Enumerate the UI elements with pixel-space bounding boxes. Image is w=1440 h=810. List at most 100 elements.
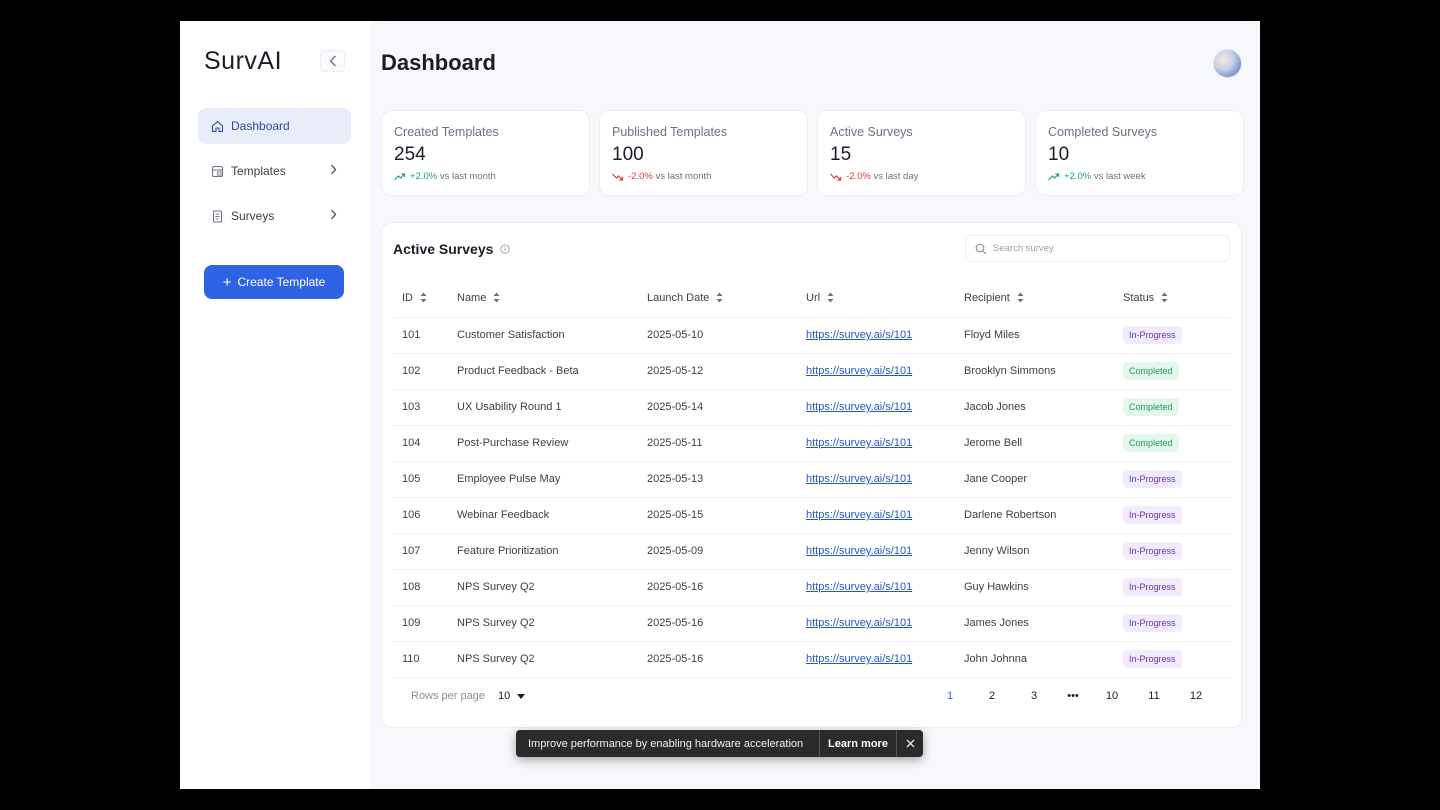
stat-card-active-surveys: Active Surveys 15 -2.0% vs last day [817, 110, 1026, 196]
cell-launch-date: 2025-05-15 [647, 497, 806, 534]
status-badge: In-Progress [1123, 326, 1182, 344]
stat-change: +2.0% [1064, 171, 1092, 182]
table-header-row: ID Name Launch Date Url Recipient Status [393, 279, 1231, 318]
info-icon[interactable] [500, 244, 511, 254]
create-template-button[interactable]: + Create Template [204, 265, 344, 299]
status-badge: In-Progress [1123, 614, 1182, 632]
table-row[interactable]: 103 UX Usability Round 1 2025-05-14 https:/… [393, 389, 1231, 426]
sidebar-item-dashboard[interactable]: Dashboard [198, 108, 351, 144]
survey-link[interactable]: https://survey.ai/s/101 [806, 401, 912, 413]
column-header-recipient[interactable]: Recipient [964, 279, 1123, 318]
page-ellipsis[interactable]: ••• [1067, 690, 1079, 702]
survey-link[interactable]: https://survey.ai/s/101 [806, 509, 912, 521]
stat-value: 100 [612, 144, 644, 165]
cell-launch-date: 2025-05-14 [647, 389, 806, 426]
table-row[interactable]: 108 NPS Survey Q2 2025-05-16 https://survey… [393, 569, 1231, 606]
table-row[interactable]: 106 Webinar Feedback 2025-05-15 https://sur… [393, 497, 1231, 534]
sort-icon[interactable] [827, 292, 834, 303]
sort-icon[interactable] [420, 292, 427, 303]
table-row[interactable]: 109 NPS Survey Q2 2025-05-16 https://survey… [393, 605, 1231, 642]
cell-id: 102 [393, 353, 457, 390]
column-header-name[interactable]: Name [457, 279, 647, 318]
sidebar-item-surveys[interactable]: Surveys [198, 198, 351, 234]
survey-link[interactable]: https://survey.ai/s/101 [806, 365, 912, 377]
stat-value: 10 [1048, 144, 1070, 165]
status-badge: In-Progress [1123, 650, 1182, 668]
column-header-status[interactable]: Status [1123, 279, 1231, 318]
column-header-label: Status [1123, 291, 1155, 304]
column-header-id[interactable]: ID [393, 279, 457, 318]
cell-id: 106 [393, 497, 457, 534]
sidebar-item-label: Dashboard [231, 119, 290, 133]
cell-recipient: Brooklyn Simmons [964, 353, 1123, 390]
cell-status: In-Progress [1123, 533, 1231, 570]
sort-icon[interactable] [493, 292, 500, 303]
sidebar-item-templates[interactable]: Templates [198, 153, 351, 189]
stat-trend: -2.0% vs last day [830, 171, 1013, 182]
table-row[interactable]: 102 Product Feedback - Beta 2025-05-12 http… [393, 353, 1231, 390]
status-badge: In-Progress [1123, 470, 1182, 488]
page-title: Dashboard [381, 50, 496, 75]
chevron-left-icon [329, 55, 336, 67]
status-badge: In-Progress [1123, 506, 1182, 524]
table-row[interactable]: 107 Feature Prioritization 2025-05-09 https… [393, 533, 1231, 570]
cell-recipient: Jerome Bell [964, 425, 1123, 462]
cell-status: Completed [1123, 425, 1231, 462]
page-button[interactable]: 11 [1148, 690, 1159, 702]
trend-down-icon [830, 173, 842, 181]
stat-period: vs last month [655, 171, 712, 182]
sidebar-nav: Dashboard Templates Surveys [198, 108, 351, 243]
cell-name: UX Usability Round 1 [457, 389, 647, 426]
column-header-launch-date[interactable]: Launch Date [647, 279, 806, 318]
cell-recipient: Jacob Jones [964, 389, 1123, 426]
column-header-url[interactable]: Url [806, 279, 964, 318]
cell-id: 105 [393, 461, 457, 498]
cell-launch-date: 2025-05-16 [647, 605, 806, 642]
table-row[interactable]: 110 NPS Survey Q2 2025-05-16 https://survey… [393, 641, 1231, 678]
stat-trend: +2.0% vs last month [394, 171, 577, 182]
create-template-label: Create Template [237, 275, 326, 289]
survey-link[interactable]: https://survey.ai/s/101 [806, 437, 912, 449]
status-badge: In-Progress [1123, 578, 1182, 596]
survey-link[interactable]: https://survey.ai/s/101 [806, 617, 912, 629]
search-box[interactable] [965, 235, 1230, 262]
status-badge: Completed [1123, 398, 1179, 416]
cell-id: 107 [393, 533, 457, 570]
table-row[interactable]: 101 Customer Satisfaction 2025-05-10 https:… [393, 317, 1231, 354]
survey-link[interactable]: https://survey.ai/s/101 [806, 653, 912, 665]
survey-link[interactable]: https://survey.ai/s/101 [806, 545, 912, 557]
page-button[interactable]: 10 [1106, 690, 1118, 702]
search-input[interactable] [993, 243, 1213, 254]
cell-status: In-Progress [1123, 317, 1231, 354]
page-button[interactable]: 2 [989, 690, 995, 702]
survey-link[interactable]: https://survey.ai/s/101 [806, 581, 912, 593]
avatar[interactable] [1213, 49, 1242, 78]
sort-icon[interactable] [1017, 292, 1024, 303]
survey-link[interactable]: https://survey.ai/s/101 [806, 473, 912, 485]
learn-more-button[interactable]: Learn more [820, 738, 896, 750]
cell-status: Completed [1123, 389, 1231, 426]
cell-recipient: Jenny Wilson [964, 533, 1123, 570]
cell-name: Employee Pulse May [457, 461, 647, 498]
status-badge: In-Progress [1123, 542, 1182, 560]
collapse-sidebar-button[interactable] [320, 50, 345, 72]
table-row[interactable]: 104 Post-Purchase Review 2025-05-11 https:/… [393, 425, 1231, 462]
status-badge: Completed [1123, 434, 1179, 452]
table-title-text: Active Surveys [393, 241, 494, 257]
table-row[interactable]: 105 Employee Pulse May 2025-05-13 https://s… [393, 461, 1231, 498]
column-header-label: Url [806, 291, 821, 304]
sort-icon[interactable] [716, 292, 723, 303]
page-button[interactable]: 12 [1190, 690, 1202, 702]
page-button[interactable]: 3 [1031, 690, 1037, 702]
cell-launch-date: 2025-05-16 [647, 641, 806, 678]
cell-id: 109 [393, 605, 457, 642]
hardware-acceleration-toast: Improve performance by enabling hardware… [516, 730, 923, 757]
close-toast-button[interactable] [897, 730, 923, 757]
status-badge: Completed [1123, 362, 1179, 380]
cell-url: https://survey.ai/s/101 [806, 641, 964, 678]
page-button[interactable]: 1 [947, 690, 953, 702]
survey-link[interactable]: https://survey.ai/s/101 [806, 329, 912, 341]
column-header-label: Recipient [964, 291, 1010, 304]
sidebar: SurvAI Dashboard Templates Surveys + Cre… [180, 21, 370, 789]
sort-icon[interactable] [1161, 292, 1168, 303]
